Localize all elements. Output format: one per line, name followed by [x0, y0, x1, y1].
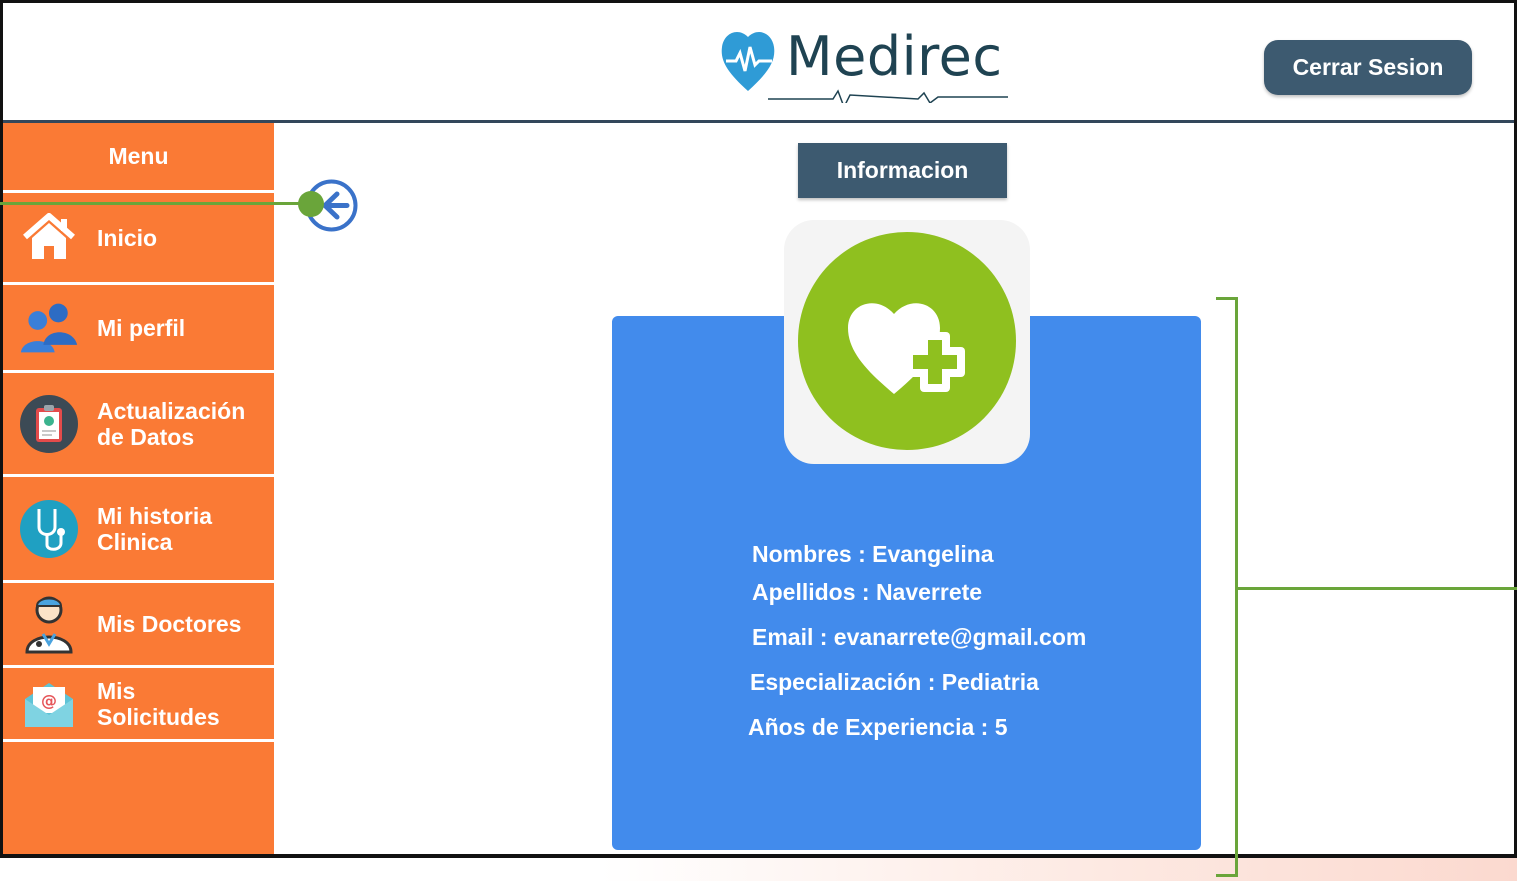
sidebar-item-label: Mis Solicitudes: [97, 677, 220, 730]
sidebar-item-label: Actualización de Datos: [97, 397, 246, 450]
especializacion-field: Especialización : Pediatria: [750, 669, 1039, 695]
apellidos-field: Apellidos : Naverrete: [752, 579, 983, 605]
sidebar-item-actualizacion[interactable]: Actualización de Datos: [3, 373, 274, 477]
sidebar-item-label: Mi perfil: [97, 314, 186, 341]
heart-plus-icon: [848, 303, 965, 394]
annotation-bracket: [1216, 297, 1238, 877]
svg-text:@: @: [41, 691, 57, 710]
sidebar-item-label: Inicio: [97, 224, 158, 251]
annotation-dot: [298, 191, 324, 217]
annotation-connector: [0, 202, 312, 205]
logout-button[interactable]: Cerrar Sesion: [1264, 40, 1472, 95]
sidebar-item-label: Mis Doctores: [97, 611, 242, 637]
top-header: Medirec Cerrar Sesion: [3, 3, 1514, 123]
experiencia-field: Años de Experiencia : 5: [748, 714, 1008, 740]
medirec-logo: Medirec: [718, 21, 1018, 109]
informacion-header: Informacion: [798, 143, 1007, 198]
email-field: Email : evanarrete@gmail.com: [752, 624, 1087, 650]
sidebar: Menu Inicio Mi perfil Actualización de D…: [3, 123, 274, 854]
background-glow: [600, 858, 1517, 881]
home-icon: [19, 208, 79, 268]
nombres-field: Nombres : Evangelina: [752, 541, 994, 567]
avatar-circle: [798, 232, 1016, 450]
clipboard-icon: [19, 394, 79, 454]
sidebar-item-inicio[interactable]: Inicio: [3, 193, 274, 285]
logo-text: Medirec: [786, 25, 1003, 88]
envelope-icon: @: [19, 674, 79, 734]
users-icon: [19, 298, 79, 358]
profile-avatar: [784, 220, 1030, 464]
sidebar-item-mis-doctores[interactable]: Mis Doctores: [3, 583, 274, 668]
stethoscope-icon: [19, 499, 79, 559]
doctor-icon: [19, 594, 79, 654]
sidebar-item-historia-clinica[interactable]: Mi historia Clinica: [3, 477, 274, 583]
sidebar-item-mi-perfil[interactable]: Mi perfil: [3, 285, 274, 373]
sidebar-item-mis-solicitudes[interactable]: @ Mis Solicitudes: [3, 668, 274, 742]
sidebar-item-label: Mi historia Clinica: [97, 502, 213, 555]
annotation-bracket-line: [1236, 587, 1517, 590]
menu-title: Menu: [3, 123, 274, 193]
